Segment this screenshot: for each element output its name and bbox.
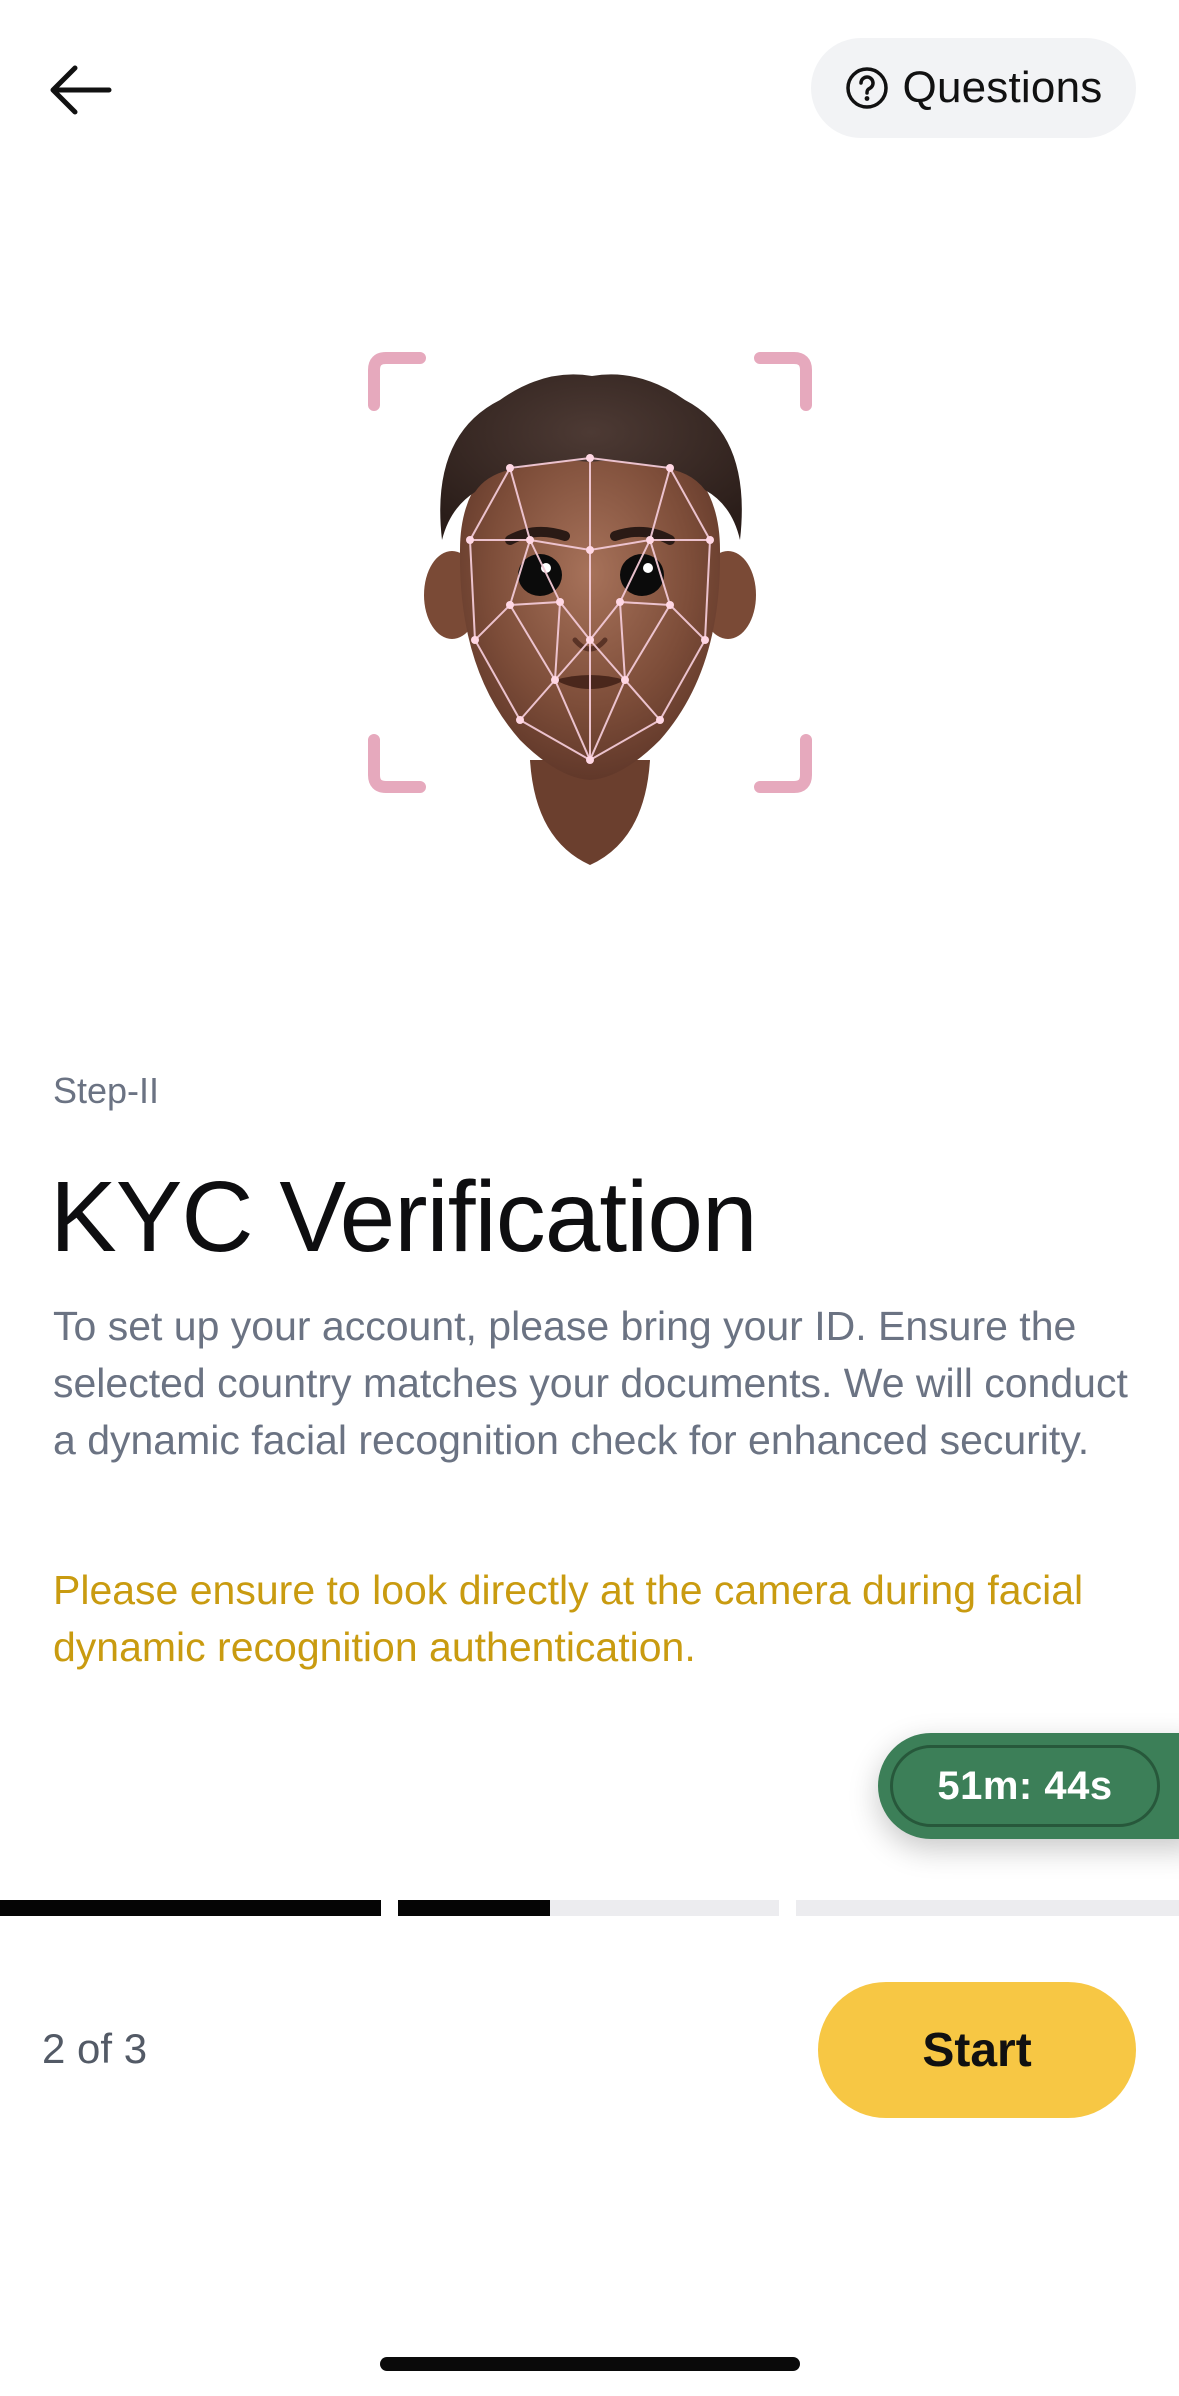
- step-label: Step-II: [53, 1070, 160, 1111]
- warning-text: Please ensure to look directly at the ca…: [53, 1567, 1084, 1670]
- face-scan-illustration: [360, 340, 820, 880]
- arrow-left-icon: [50, 65, 112, 115]
- progress-segment: [796, 1900, 1179, 1916]
- start-button-label: Start: [922, 2023, 1032, 2077]
- question-circle-icon: [845, 67, 888, 109]
- timer-value: 51m: 44s: [890, 1745, 1160, 1827]
- description-text: To set up your account, please bring you…: [53, 1303, 1128, 1463]
- progress-bar: [0, 1900, 1179, 1916]
- questions-button[interactable]: Questions: [811, 38, 1136, 138]
- countdown-timer: 51m: 44s: [878, 1733, 1179, 1839]
- progress-segment: [0, 1900, 381, 1916]
- home-indicator[interactable]: [380, 2357, 800, 2371]
- questions-label: Questions: [902, 63, 1103, 112]
- step-counter: 2 of 3: [42, 2025, 148, 2072]
- start-button[interactable]: Start: [818, 1982, 1136, 2118]
- progress-segment: [398, 1900, 779, 1916]
- back-button[interactable]: [40, 55, 120, 125]
- kyc-screen: Questions Step-II KYC Verification To se…: [0, 0, 1179, 2396]
- page-title: KYC Verification: [50, 1161, 758, 1273]
